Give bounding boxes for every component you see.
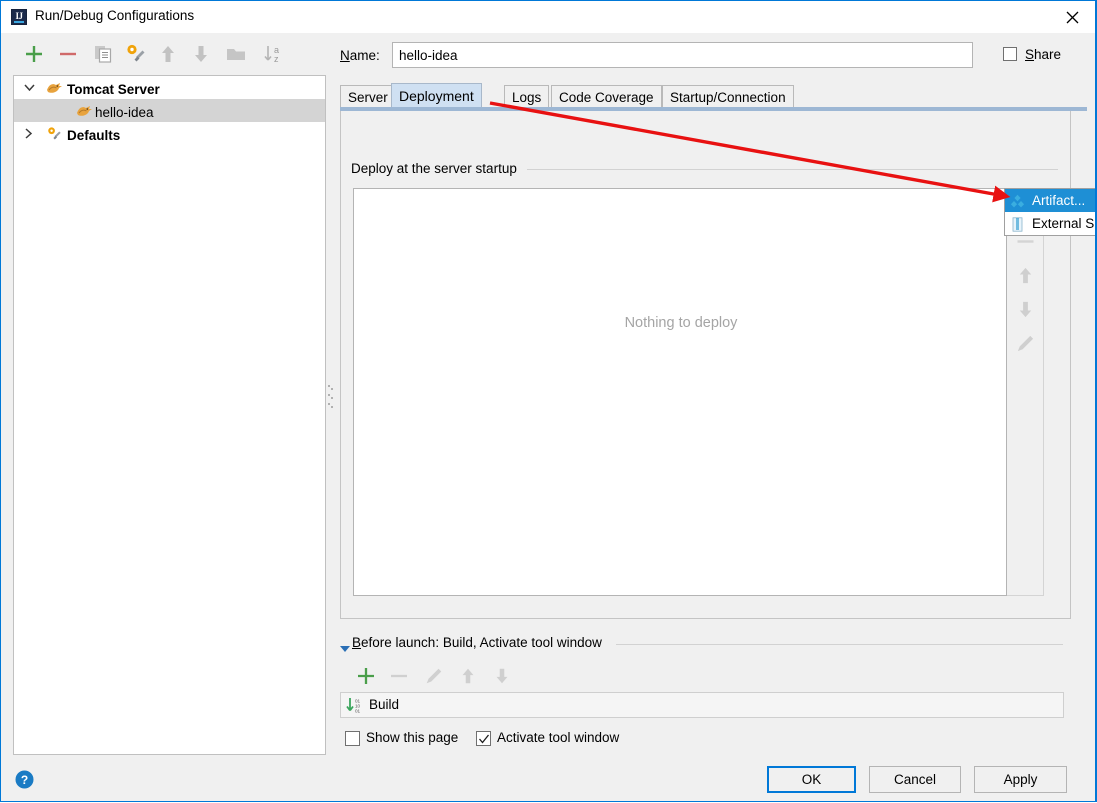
tree-item-tomcat-server[interactable]: Tomcat Server (14, 76, 325, 99)
add-task-button[interactable] (351, 661, 381, 691)
empty-state-text: Nothing to deploy (624, 315, 738, 331)
chevron-down-icon[interactable] (22, 76, 38, 99)
name-input[interactable] (392, 42, 973, 68)
tree-item-defaults[interactable]: Defaults (14, 122, 325, 145)
share-label: Share (1025, 47, 1062, 62)
before-launch-divider (616, 644, 1063, 645)
remove-task-button[interactable] (384, 661, 414, 691)
tab-server[interactable]: Server (340, 85, 396, 108)
tomcat-icon (76, 103, 93, 119)
triangle-down-icon[interactable] (340, 641, 350, 656)
tab-deployment[interactable]: Deployment (391, 83, 482, 108)
move-down-button[interactable] (186, 39, 216, 69)
title-bar: IJ Run/Debug Configurations (1, 1, 1096, 33)
svg-text:z: z (274, 54, 279, 64)
remove-configuration-button[interactable] (53, 39, 83, 69)
cancel-button[interactable]: Cancel (869, 766, 961, 793)
archive-icon (1010, 216, 1025, 239)
help-icon[interactable]: ? (15, 770, 34, 789)
edit-defaults-button[interactable] (121, 39, 151, 69)
menu-item-label: External S… (1032, 216, 1097, 231)
tab-code-coverage[interactable]: Code Coverage (551, 85, 662, 108)
move-deployment-down-button[interactable] (1010, 294, 1041, 325)
sort-alphabetically-button[interactable]: a z (258, 39, 288, 69)
tree-item-label: Tomcat Server (67, 82, 160, 97)
tree-item-hello-idea[interactable]: hello-idea (14, 99, 325, 122)
intellij-idea-icon: IJ (11, 9, 27, 25)
show-this-page-label: Show this page (366, 730, 459, 745)
tab-startup-connection[interactable]: Startup/Connection (662, 85, 794, 108)
configurations-toolbar: a z (13, 39, 325, 73)
wrench-gear-icon (46, 126, 63, 142)
deployment-toolbar (1007, 188, 1044, 596)
move-task-up-button[interactable] (453, 661, 483, 691)
svg-text:?: ? (21, 773, 28, 787)
share-checkbox[interactable] (1003, 47, 1017, 61)
tree-item-label: hello-idea (95, 105, 154, 120)
add-configuration-button[interactable] (19, 39, 49, 69)
deploy-section-divider (527, 169, 1058, 170)
ok-button[interactable]: OK (767, 766, 856, 793)
copy-configuration-button[interactable] (88, 39, 118, 69)
tree-item-label: Defaults (67, 128, 121, 143)
move-up-button[interactable] (153, 39, 183, 69)
window-title: Run/Debug Configurations (35, 8, 195, 23)
deployment-list[interactable]: Nothing to deploy (353, 188, 1007, 596)
before-launch-title: Before launch: Build, Activate tool wind… (352, 635, 602, 650)
panel-splitter[interactable] (327, 383, 334, 413)
show-this-page-checkbox[interactable] (345, 731, 360, 746)
close-icon[interactable] (1050, 1, 1096, 32)
tomcat-icon (46, 80, 63, 96)
menu-item-external-source[interactable]: External S… (1005, 212, 1097, 235)
configuration-editor-panel: Name: Share Server Deployment Logs Code … (335, 37, 1087, 755)
chevron-right-icon[interactable] (22, 122, 38, 145)
menu-item-label: Artifact... (1032, 193, 1086, 208)
tab-bar: Server Deployment Logs Code Coverage Sta… (340, 83, 1087, 108)
deployment-tab-content: Deploy at the server startup Nothing to … (340, 111, 1071, 619)
add-deployment-popup-menu: Artifact... External S… (1004, 188, 1097, 236)
create-folder-button[interactable] (221, 39, 251, 69)
configurations-tree[interactable]: Tomcat Server hello-idea Defaults (13, 75, 326, 755)
name-label: Name: (340, 48, 380, 63)
build-icon: 01 10 01 (346, 697, 365, 717)
tab-logs[interactable]: Logs (504, 85, 550, 108)
menu-item-artifact[interactable]: Artifact... (1005, 189, 1097, 212)
move-task-down-button[interactable] (487, 661, 517, 691)
before-launch-toolbar (343, 661, 543, 695)
before-launch-task-row[interactable]: 01 10 01 Build (340, 692, 1064, 718)
svg-text:01: 01 (355, 709, 361, 714)
edit-task-button[interactable] (419, 661, 449, 691)
edit-deployment-button[interactable] (1010, 328, 1041, 359)
activate-tool-window-checkbox[interactable] (476, 731, 491, 746)
deploy-section-legend: Deploy at the server startup (351, 161, 523, 176)
run-debug-configurations-dialog: IJ Run/Debug Configurations a z Tomcat S… (0, 0, 1097, 802)
activate-tool-window-label: Activate tool window (497, 730, 620, 745)
move-deployment-up-button[interactable] (1010, 260, 1041, 291)
apply-button[interactable]: Apply (974, 766, 1067, 793)
task-label: Build (369, 697, 400, 712)
